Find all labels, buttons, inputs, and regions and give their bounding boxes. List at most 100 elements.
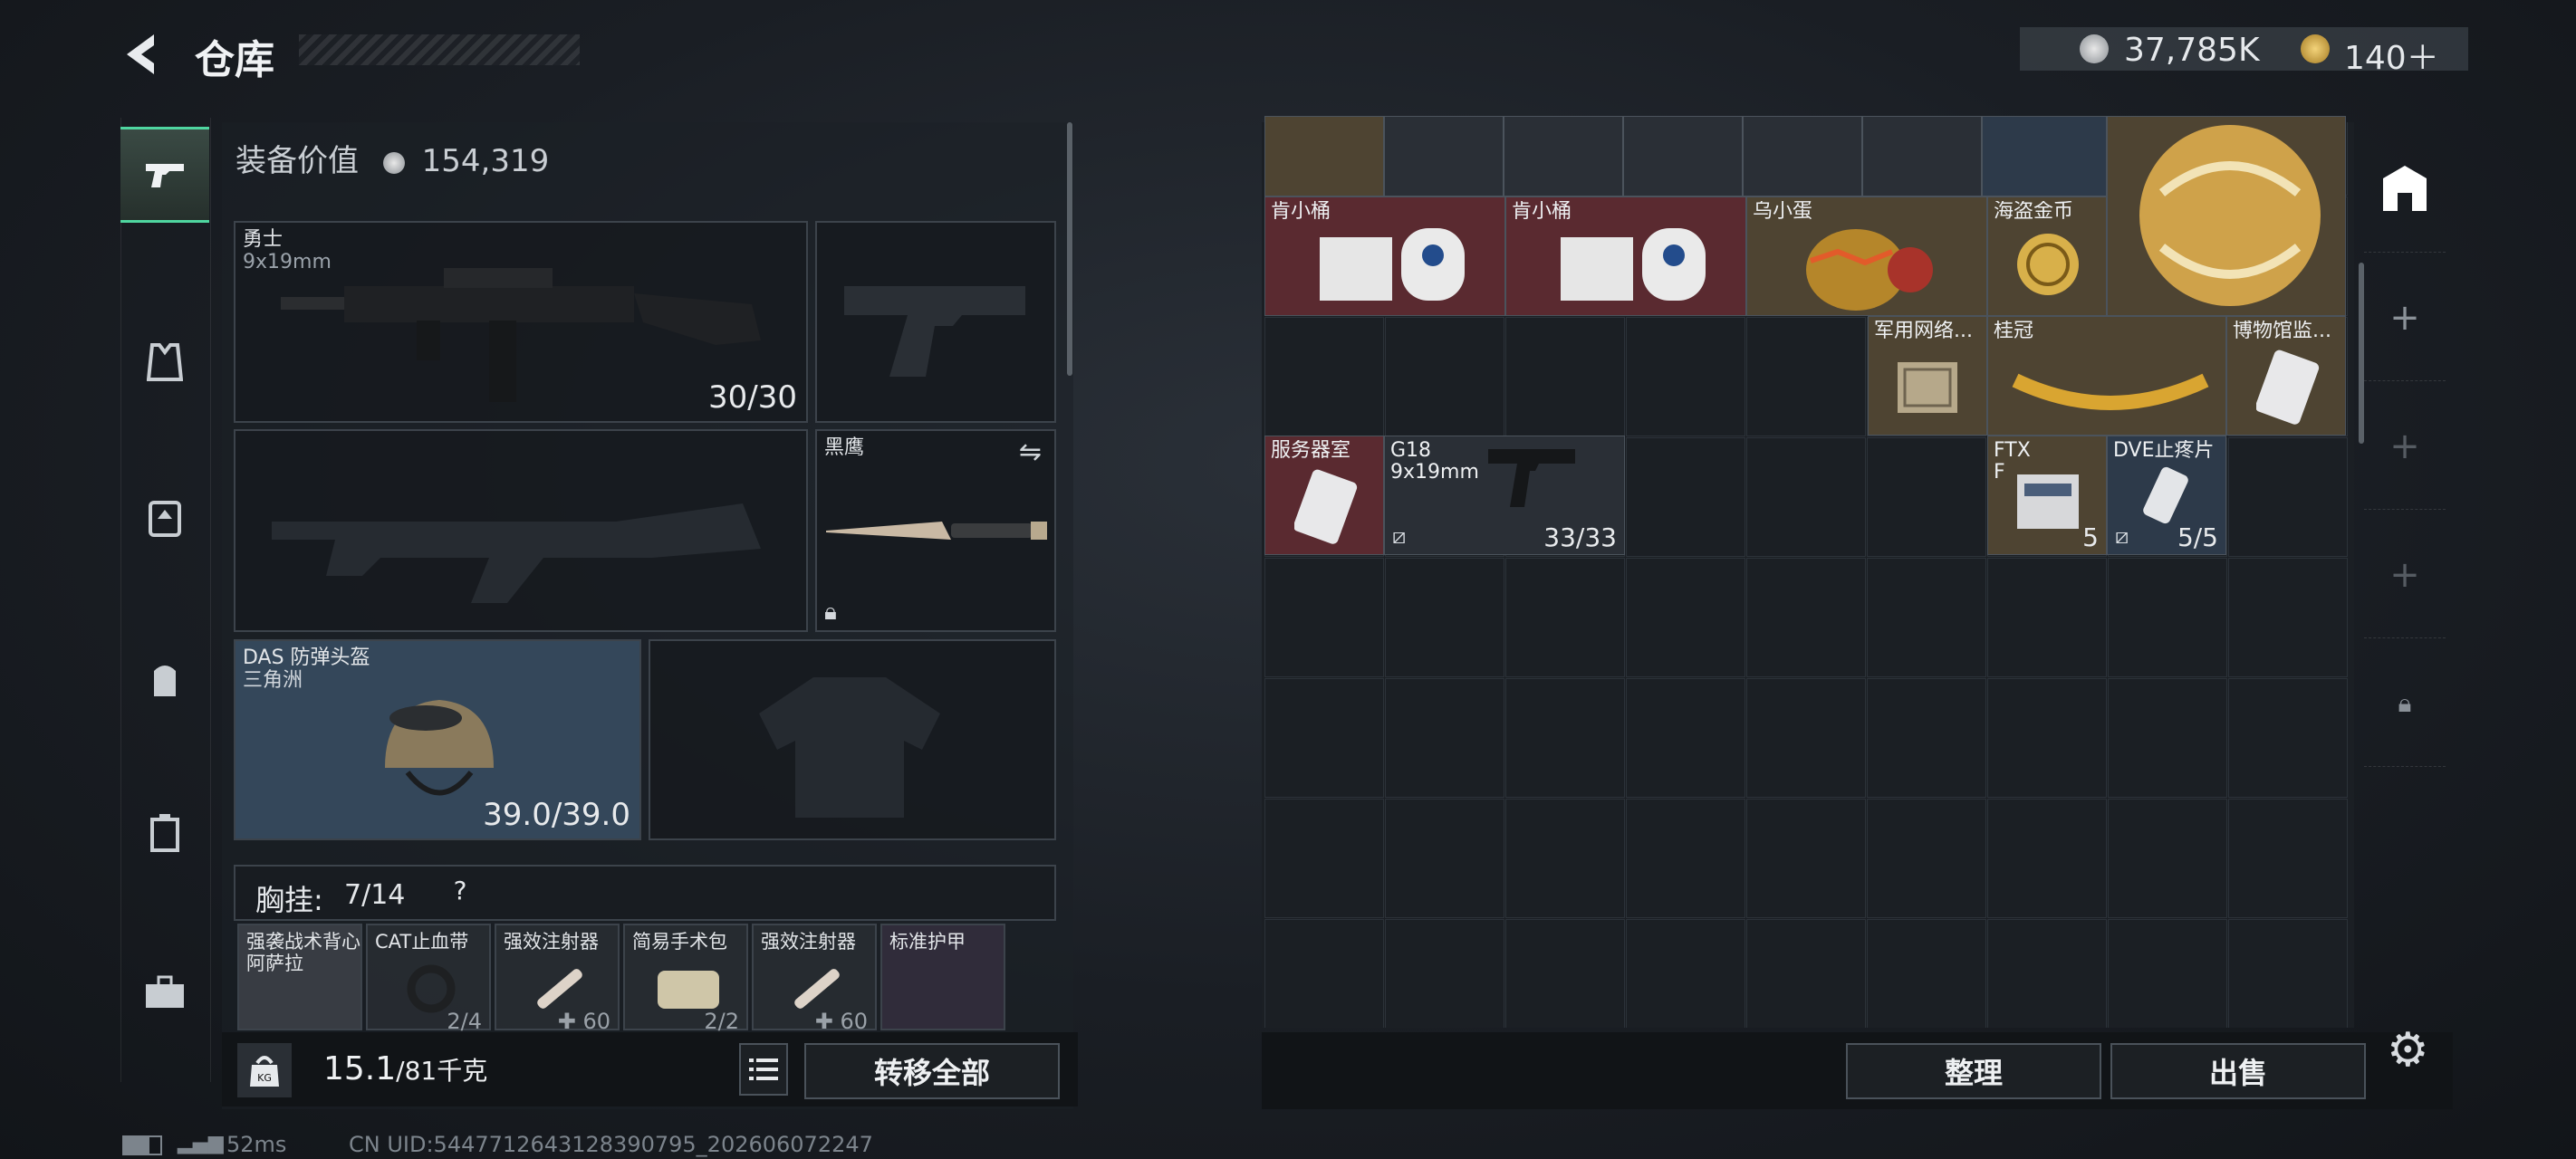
stash-grid-cell[interactable] (2108, 799, 2227, 918)
rail-armor[interactable] (120, 473, 209, 563)
rail-weapons[interactable] (120, 127, 209, 223)
sidearm-slot[interactable] (815, 221, 1056, 423)
stash-grid-cell[interactable] (1867, 799, 1986, 918)
stash-item[interactable] (2107, 116, 2346, 316)
transfer-all-button[interactable]: 转移全部 (804, 1043, 1060, 1099)
armor-slot[interactable] (649, 639, 1056, 840)
stash-grid-cell[interactable] (2228, 437, 2348, 557)
stash-item[interactable] (1623, 116, 1743, 196)
stash-grid-cell[interactable] (1264, 558, 1384, 677)
sell-button[interactable]: 出售 (2110, 1043, 2366, 1099)
stash-item[interactable]: DVE止疼片 ⧄ 5/5 (2107, 436, 2226, 555)
stash-grid-cell[interactable] (1626, 919, 1745, 1028)
stash-item[interactable]: 海盗金币 (1987, 196, 2107, 316)
stash-grid-cell[interactable] (1626, 558, 1745, 677)
stash-grid-cell[interactable] (1385, 558, 1504, 677)
stash-grid-cell[interactable] (1746, 919, 1866, 1028)
melee-slot[interactable]: 黑鹰 ⇋ 🔒︎ (815, 429, 1056, 632)
stash-grid-cell[interactable] (2228, 919, 2348, 1028)
rail-toolbox[interactable] (120, 946, 209, 1037)
stash-grid-cell[interactable] (1505, 919, 1625, 1028)
chest-item[interactable]: 强效注射器 ✚ 60 (495, 924, 620, 1034)
stash-grid-cell[interactable] (1626, 437, 1745, 557)
stash-grid-cell[interactable] (1987, 919, 2107, 1028)
settings-gear-icon[interactable]: ⚙ (2387, 1023, 2429, 1078)
stash-grid-cell[interactable] (2228, 678, 2348, 798)
stash-grid-cell[interactable] (1867, 437, 1986, 557)
secondary-weapon-slot[interactable] (234, 429, 808, 632)
back-button[interactable] (118, 27, 172, 81)
stash-grid-cell[interactable] (2108, 558, 2227, 677)
list-view-button[interactable] (739, 1043, 788, 1096)
help-icon[interactable]: ? (444, 876, 476, 908)
chest-item[interactable]: 简易手术包 2/2 (623, 924, 748, 1034)
stash-tab-add[interactable]: + (2364, 255, 2446, 381)
stash-grid-cell[interactable] (1385, 799, 1504, 918)
stash-grid-cell[interactable] (1626, 678, 1745, 798)
stash-item[interactable]: FTX F 5 (1987, 436, 2107, 555)
rail-case[interactable] (120, 788, 209, 878)
stash-grid-cell[interactable] (1746, 558, 1866, 677)
chest-item[interactable]: CAT止血带 2/4 (366, 924, 491, 1034)
swap-icon[interactable]: ⇋ (1019, 436, 1042, 468)
stash-grid-cell[interactable] (1867, 558, 1986, 677)
stash-item[interactable] (1384, 116, 1504, 196)
stash-item[interactable] (1862, 116, 1982, 196)
stash-grid-cell[interactable] (1264, 678, 1384, 798)
rail-backpack[interactable] (120, 634, 209, 724)
stash-item[interactable]: 乌小蛋 (1746, 196, 1987, 316)
stash-item[interactable]: 博物馆监... (2226, 316, 2346, 436)
chest-rig-bar[interactable]: 胸挂: 7/14 ? (234, 865, 1056, 921)
stash-grid-cell[interactable] (1867, 678, 1986, 798)
stash-tab-locked[interactable]: 🔒︎ (2364, 641, 2446, 767)
stash-grid-cell[interactable] (1505, 799, 1625, 918)
stash-grid-cell[interactable] (2108, 919, 2227, 1028)
stash-tab-add[interactable]: + (2364, 512, 2446, 638)
stash-grid-cell[interactable] (1385, 678, 1504, 798)
currency-secondary[interactable]: 140＋ (2344, 32, 2439, 79)
chest-item[interactable]: 强袭战术背心 阿萨拉 (237, 924, 362, 1030)
stash-item[interactable]: 服务器室 (1264, 436, 1384, 555)
stash-item[interactable]: 军用网络... (1868, 316, 1987, 436)
rail-vest[interactable] (120, 317, 209, 407)
stash-tab-add[interactable]: + (2364, 384, 2446, 510)
stash-grid-cell[interactable] (1987, 678, 2107, 798)
stash-item[interactable]: 肯小桶 (1505, 196, 1746, 316)
primary-weapon-slot[interactable]: 勇士 9x19mm 30/30 (234, 221, 808, 423)
stash-item[interactable] (1504, 116, 1623, 196)
stash-grid-cell[interactable] (1385, 317, 1504, 436)
stash-grid-cell[interactable] (1626, 799, 1745, 918)
stash-grid-cell[interactable] (1505, 558, 1625, 677)
stash-item[interactable]: 桂冠 (1987, 316, 2226, 436)
stash-item[interactable]: 肯小桶 (1264, 196, 1505, 316)
stash-grid-cell[interactable] (1746, 317, 1866, 436)
chest-item[interactable]: 标准护甲 (880, 924, 1005, 1030)
stash-item[interactable] (1743, 116, 1862, 196)
helmet-slot[interactable]: DAS 防弹头盔 三角洲 39.0/39.0 (234, 639, 641, 840)
stash-grid-cell[interactable] (1505, 317, 1625, 436)
stash-grid-cell[interactable] (1746, 678, 1866, 798)
stash-item[interactable] (1264, 116, 1384, 196)
stash-tab-main[interactable] (2364, 127, 2446, 253)
stash-grid-cell[interactable] (2108, 678, 2227, 798)
stash-grid-cell[interactable] (2228, 558, 2348, 677)
stash-grid-cell[interactable] (1505, 678, 1625, 798)
stash-grid-cell[interactable] (1987, 558, 2107, 677)
stash-grid-cell[interactable] (1626, 317, 1745, 436)
stash-grid-cell[interactable] (1746, 437, 1866, 557)
organize-button[interactable]: 整理 (1846, 1043, 2101, 1099)
stash-grid-cell[interactable] (1385, 919, 1504, 1028)
stash-grid-cell[interactable] (2228, 799, 2348, 918)
gold-coin-icon (2301, 34, 2330, 63)
stash-grid-cell[interactable] (1264, 317, 1384, 436)
stash-grid-cell[interactable] (1746, 799, 1866, 918)
weight-icon: KG (237, 1043, 292, 1097)
stash-grid-cell[interactable] (1867, 919, 1986, 1028)
stash-grid-cell[interactable] (1264, 799, 1384, 918)
stash-item[interactable]: G18 9x19mm ⧄ 33/33 (1384, 436, 1625, 555)
stash-grid-cell[interactable] (1987, 799, 2107, 918)
stash-grid-cell[interactable] (1264, 919, 1384, 1028)
chest-item[interactable]: 强效注射器 ✚ 60 (752, 924, 877, 1034)
loadout-scrollbar[interactable] (1067, 122, 1072, 376)
stash-item[interactable] (1982, 116, 2107, 196)
